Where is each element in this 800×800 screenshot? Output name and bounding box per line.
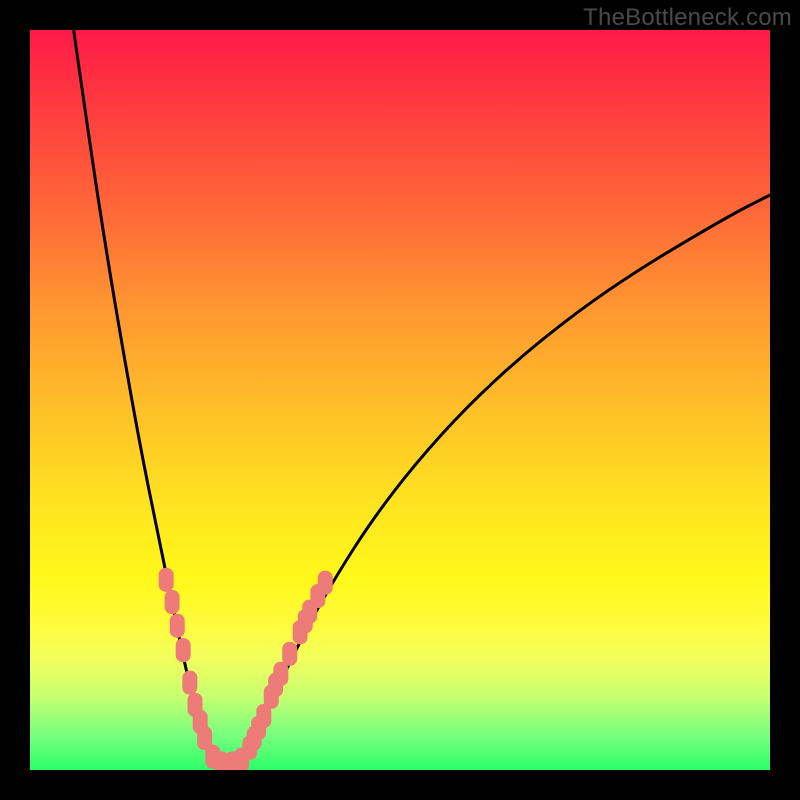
data-marker [165,590,180,614]
data-marker [170,614,185,638]
bottleneck-curve-svg [30,30,770,770]
data-marker [182,671,197,695]
data-marker [176,638,191,662]
data-marker [159,568,174,592]
data-marker [318,571,333,595]
data-marker [282,642,297,666]
chart-frame: TheBottleneck.com [0,0,800,800]
watermark-text: TheBottleneck.com [583,4,792,32]
plot-area [30,30,770,770]
data-marker [273,662,288,686]
